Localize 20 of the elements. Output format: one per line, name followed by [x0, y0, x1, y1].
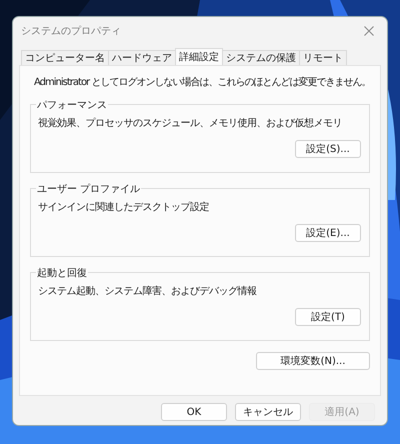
notice-text: Administrator としてログオンしない場合は、これらのほとんどは変更できません。: [34, 76, 370, 89]
close-icon: [364, 26, 374, 36]
tab[interactable]: ハードウェア: [108, 50, 176, 65]
group-title: 起動と回復: [36, 266, 88, 280]
group-title: パフォーマンス: [36, 98, 108, 112]
group-description: システム起動、システム障害、およびデバッグ情報: [38, 284, 258, 298]
group-description: 視覚効果、プロセッサのスケジュール、メモリ使用、および仮想メモリ: [38, 116, 343, 130]
settings-button[interactable]: 設定(T): [295, 308, 361, 326]
window-title: システムのプロパティ: [21, 24, 121, 38]
settings-button[interactable]: 設定(E)...: [295, 224, 361, 242]
tab[interactable]: システムの保護: [222, 50, 300, 65]
tab[interactable]: リモート: [299, 50, 347, 65]
environment-variables-button[interactable]: 環境変数(N)...: [256, 352, 370, 370]
dialog-button[interactable]: OK: [161, 403, 227, 421]
group-description: サインインに関連したデスクトップ設定: [38, 200, 210, 214]
settings-button[interactable]: 設定(S)...: [295, 140, 361, 158]
tab[interactable]: コンピューター名: [21, 50, 109, 65]
dialog-button[interactable]: キャンセル: [235, 403, 301, 421]
tab[interactable]: 詳細設定: [175, 48, 223, 65]
group-title: ユーザー プロファイル: [36, 182, 142, 196]
